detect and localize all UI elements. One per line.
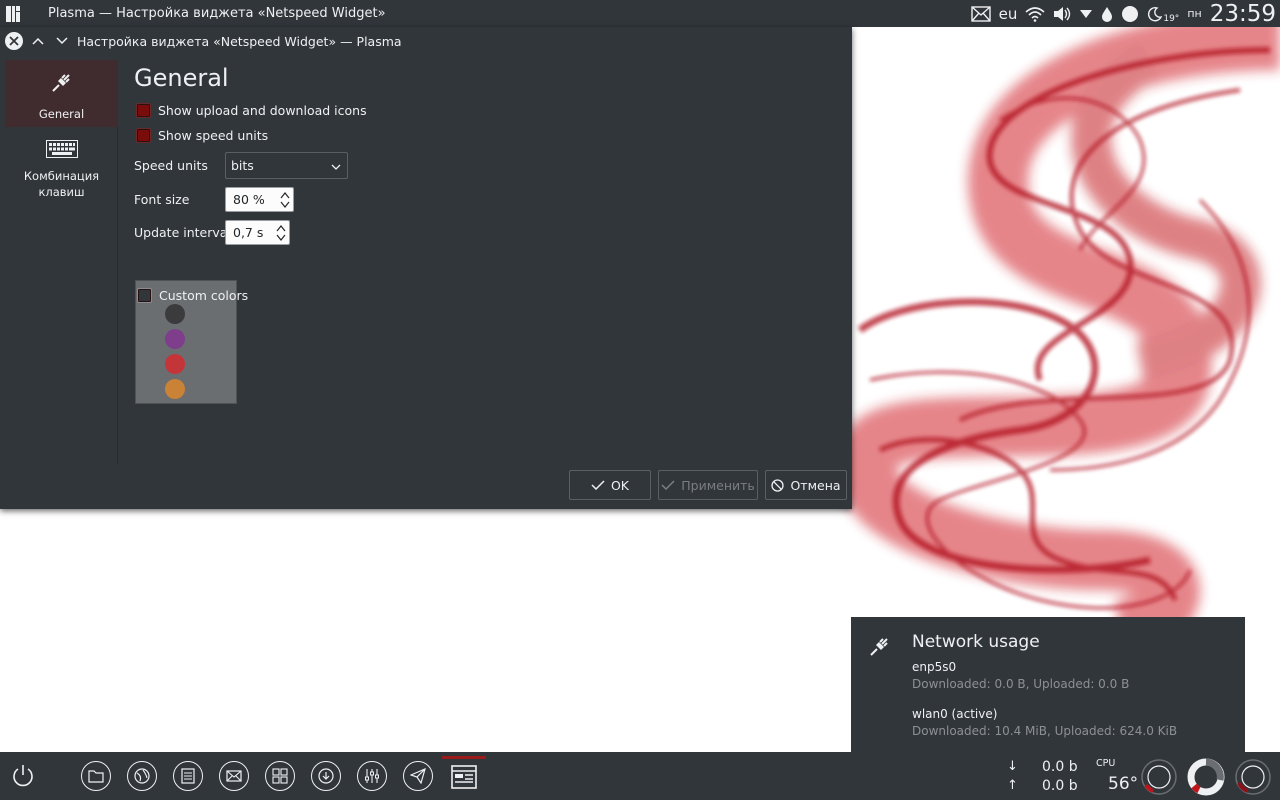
font-size-label: Font size	[134, 192, 190, 207]
font-size-spinbox[interactable]: 80 %	[225, 187, 294, 212]
taskbar-telegram-icon[interactable]	[403, 761, 433, 791]
custom-colors-label: Custom colors	[159, 288, 249, 303]
active-task-indicator	[442, 756, 486, 759]
tray-expand-icon[interactable]	[1079, 0, 1093, 27]
netspeed-upload[interactable]: 0.0 b	[1042, 778, 1078, 794]
cpu-temperature[interactable]: 56°	[1108, 774, 1138, 794]
sidebar-item-label: Комбинация клавиш	[23, 169, 100, 199]
cpu-gauge-icon[interactable]	[1140, 758, 1178, 800]
update-interval-value: 0,7 s	[233, 225, 264, 240]
power-icon[interactable]	[10, 763, 36, 793]
network-plug-icon	[50, 70, 74, 98]
taskbar-active-task[interactable]	[441, 752, 487, 800]
keyboard-icon	[45, 140, 78, 162]
mail-icon[interactable]	[970, 0, 991, 27]
sidebar-item-shortcuts[interactable]: Комбинация клавиш	[5, 140, 118, 210]
interface-name: enp5s0	[912, 660, 957, 674]
network-plug-icon	[868, 634, 892, 662]
dialog-title: Настройка виджета «Netspeed Widget» — Pl…	[77, 33, 402, 49]
netspeed-download[interactable]: 0.0 b	[1042, 759, 1078, 775]
show-units-checkbox-row[interactable]: Show speed units	[136, 128, 268, 143]
sidebar-item-general[interactable]: General	[5, 60, 118, 127]
drop-icon[interactable]	[1101, 0, 1113, 27]
page-title: General	[134, 64, 229, 92]
plasma-logo-icon[interactable]	[0, 0, 26, 27]
swap-gauge-icon[interactable]	[1234, 758, 1272, 800]
taskbar-browser-icon[interactable]	[127, 761, 157, 791]
volume-icon[interactable]	[1053, 0, 1071, 27]
status-circle-icon[interactable]	[1121, 0, 1139, 27]
keyboard-layout-indicator[interactable]: eu	[999, 0, 1018, 27]
spin-arrows-icon[interactable]	[276, 221, 286, 244]
show-units-checkbox[interactable]	[136, 128, 151, 143]
ok-button[interactable]: OK	[569, 470, 651, 500]
show-units-label: Show speed units	[158, 128, 269, 143]
weather-moon-icon[interactable]	[1147, 0, 1163, 27]
show-icons-checkbox-row[interactable]: Show upload and download icons	[136, 103, 367, 118]
color-swatch-purple[interactable]	[165, 329, 185, 349]
chevron-down-icon[interactable]	[53, 32, 71, 50]
settings-window-icon	[451, 765, 477, 793]
sidebar-item-label: General	[38, 107, 85, 121]
dialog-titlebar[interactable]: Настройка виджета «Netspeed Widget» — Pl…	[0, 27, 852, 55]
weather-temperature: 19°	[1163, 13, 1180, 24]
speed-units-select[interactable]: bits	[225, 152, 348, 179]
color-swatch-red[interactable]	[165, 354, 185, 374]
taskbar-calculator-icon[interactable]	[265, 761, 295, 791]
download-arrow: ↓	[1007, 759, 1018, 774]
network-usage-popup: Network usage enp5s0 Downloaded: 0.0 B, …	[851, 617, 1245, 752]
cancel-button-label: Отмена	[790, 477, 841, 493]
ok-button-label: OK	[610, 477, 630, 493]
taskbar-document-icon[interactable]	[173, 761, 203, 791]
update-interval-label: Update interval	[134, 225, 231, 240]
popup-title: Network usage	[912, 632, 1040, 652]
show-icons-label: Show upload and download icons	[158, 103, 367, 118]
cpu-label: CPU	[1096, 758, 1116, 769]
upload-arrow: ↑	[1007, 778, 1018, 793]
close-icon[interactable]	[5, 32, 23, 50]
system-tray: eu 19° пн 23:59	[967, 0, 1280, 27]
apply-button[interactable]: Применить	[658, 470, 758, 500]
checkmark-icon	[591, 480, 605, 490]
update-interval-spinbox[interactable]: 0,7 s	[225, 220, 290, 245]
custom-colors-group: Custom colors	[135, 280, 248, 404]
weekday-label: пн	[1187, 7, 1202, 20]
speed-units-label: Speed units	[134, 158, 208, 173]
show-icons-checkbox[interactable]	[136, 103, 151, 118]
taskbar-mixer-icon[interactable]	[357, 761, 387, 791]
chevron-up-icon[interactable]	[29, 32, 47, 50]
interface-stats: Downloaded: 0.0 B, Uploaded: 0.0 B	[912, 677, 1130, 691]
digital-clock[interactable]: 23:59	[1210, 0, 1276, 27]
speed-units-value: bits	[231, 158, 254, 173]
wifi-icon[interactable]	[1025, 0, 1045, 27]
spin-arrows-icon[interactable]	[280, 188, 290, 211]
color-swatch-orange[interactable]	[165, 379, 185, 399]
custom-colors-checkbox-row[interactable]: Custom colors	[137, 288, 248, 303]
color-swatch-dark[interactable]	[165, 304, 185, 324]
widget-settings-dialog: Настройка виджета «Netspeed Widget» — Pl…	[0, 27, 852, 509]
checkmark-icon	[661, 480, 675, 490]
active-window-title: Plasma — Настройка виджета «Netspeed Wid…	[48, 6, 386, 21]
interface-name: wlan0 (active)	[912, 707, 998, 721]
apply-button-label: Применить	[681, 477, 755, 493]
settings-sidebar: General Комбинация клавиш	[0, 60, 118, 464]
font-size-value: 80 %	[233, 192, 265, 207]
custom-colors-checkbox[interactable]	[137, 288, 152, 303]
memory-gauge-icon[interactable]	[1187, 758, 1225, 800]
cancel-icon	[771, 478, 785, 492]
top-panel: Plasma — Настройка виджета «Netspeed Wid…	[0, 0, 1280, 27]
cancel-button[interactable]: Отмена	[765, 470, 847, 500]
taskbar-folder-icon[interactable]	[81, 761, 111, 791]
taskbar-download-icon[interactable]	[311, 761, 341, 791]
bottom-taskbar: ↓ 0.0 b ↑ 0.0 b CPU 56°	[0, 752, 1280, 800]
interface-stats: Downloaded: 10.4 MiB, Uploaded: 624.0 Ki…	[912, 724, 1178, 738]
taskbar-mail-icon[interactable]	[219, 761, 249, 791]
chevron-down-icon	[331, 158, 341, 173]
